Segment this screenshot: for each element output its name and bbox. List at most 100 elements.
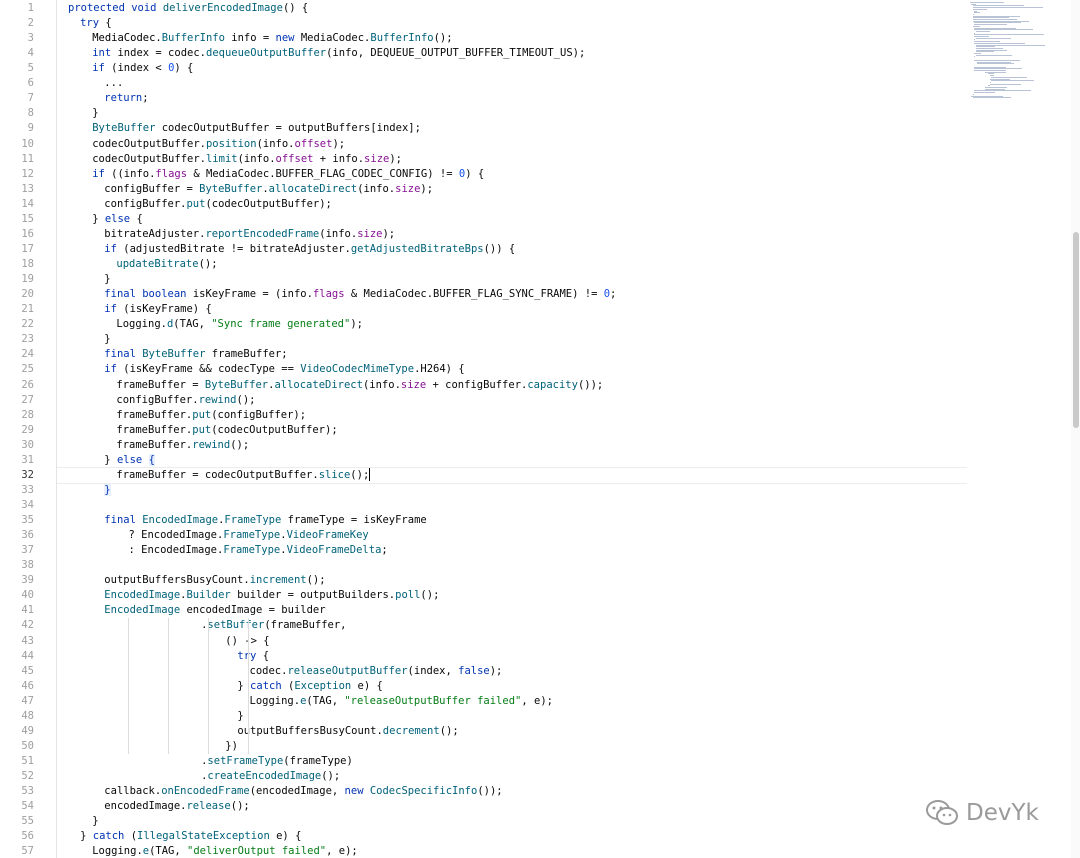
line-number[interactable]: 46 [0,679,34,694]
code-line[interactable]: configBuffer.put(codecOutputBuffer); [104,197,332,212]
line-number[interactable]: 41 [0,603,34,618]
line-number[interactable]: 38 [0,558,34,573]
code-line[interactable]: ? EncodedImage.FrameType.VideoFrameKey [129,528,369,543]
line-number[interactable]: 3 [0,31,34,46]
code-line[interactable]: ... [104,76,123,91]
line-number[interactable]: 42 [0,618,34,633]
line-number[interactable]: 44 [0,649,34,664]
code-line[interactable]: frameBuffer = codecOutputBuffer.slice(); [116,468,371,483]
code-line[interactable]: } [104,332,110,347]
code-line[interactable]: configBuffer = ByteBuffer.allocateDirect… [104,182,433,197]
line-number[interactable]: 36 [0,528,34,543]
code-line[interactable]: final ByteBuffer frameBuffer; [104,347,287,362]
line-number[interactable]: 1 [0,1,34,16]
line-number[interactable]: 12 [0,167,34,182]
code-line[interactable]: codec.releaseOutputBuffer(index, false); [250,664,503,679]
line-number[interactable]: 23 [0,332,34,347]
line-number[interactable]: 26 [0,378,34,393]
code-line[interactable]: outputBuffersBusyCount.increment(); [104,573,325,588]
line-number[interactable]: 52 [0,769,34,784]
line-number[interactable]: 35 [0,513,34,528]
line-number[interactable]: 47 [0,694,34,709]
code-line[interactable]: ByteBuffer codecOutputBuffer = outputBuf… [92,121,421,136]
line-number[interactable]: 24 [0,347,34,362]
code-line[interactable]: Logging.d(TAG, "Sync frame generated"); [116,317,363,332]
line-number[interactable]: 40 [0,588,34,603]
code-line[interactable]: codecOutputBuffer.limit(info.offset + in… [92,152,402,167]
code-line[interactable]: } [104,483,111,498]
line-number[interactable]: 28 [0,408,34,423]
code-line[interactable]: frameBuffer = ByteBuffer.allocateDirect(… [116,378,603,393]
code-line[interactable]: frameBuffer.put(codecOutputBuffer); [116,423,337,438]
code-line[interactable]: MediaCodec.BufferInfo info = new MediaCo… [92,31,452,46]
line-number[interactable]: 50 [0,739,34,754]
code-line[interactable]: bitrateAdjuster.reportEncodedFrame(info.… [104,227,395,242]
code-line[interactable]: protected void deliverEncodedImage() { [68,1,308,16]
line-number[interactable]: 2 [0,16,34,31]
code-line[interactable]: } else { [92,212,143,227]
code-line[interactable]: try { [237,649,269,664]
code-line[interactable]: } else { [104,453,155,468]
line-number[interactable]: 54 [0,799,34,814]
code-line[interactable]: updateBitrate(); [116,257,217,272]
code-line[interactable]: if (adjustedBitrate != bitrateAdjuster.g… [104,242,515,257]
line-number[interactable]: 9 [0,121,34,136]
line-number[interactable]: 10 [0,137,34,152]
line-number[interactable]: 5 [0,61,34,76]
line-number[interactable]: 21 [0,302,34,317]
code-line[interactable]: return; [104,91,148,106]
code-line[interactable]: Logging.e(TAG, "releaseOutputBuffer fail… [250,694,553,709]
line-number[interactable]: 11 [0,152,34,167]
line-number[interactable]: 16 [0,227,34,242]
code-line[interactable]: } [92,106,98,121]
code-line[interactable]: if (isKeyFrame) { [104,302,211,317]
code-line[interactable]: int index = codec.dequeueOutputBuffer(in… [92,46,585,61]
code-line[interactable]: } catch (IllegalStateException e) { [80,829,301,844]
code-line[interactable]: if (isKeyFrame && codecType == VideoCode… [104,362,464,377]
line-number[interactable]: 32 [0,468,34,483]
vertical-scrollbar[interactable] [1071,0,1080,858]
code-line[interactable]: } [237,709,243,724]
code-line[interactable]: frameBuffer.rewind(); [116,438,249,453]
code-line[interactable]: if (index < 0) { [92,61,193,76]
code-line[interactable]: EncodedImage encodedImage = builder [104,603,325,618]
code-line[interactable]: .createEncodedImage(); [201,769,340,784]
line-number[interactable]: 27 [0,393,34,408]
line-number[interactable]: 25 [0,362,34,377]
code-line[interactable]: outputBuffersBusyCount.decrement(); [237,724,458,739]
code-line[interactable]: if ((info.flags & MediaCodec.BUFFER_FLAG… [92,167,484,182]
code-line[interactable]: final boolean isKeyFrame = (info.flags &… [104,287,616,302]
code-area[interactable]: protected void deliverEncodedImage() {tr… [57,0,970,858]
code-line[interactable]: } [92,814,98,829]
line-number[interactable]: 7 [0,91,34,106]
line-number[interactable]: 48 [0,709,34,724]
line-number[interactable]: 30 [0,438,34,453]
code-line[interactable]: try { [80,16,112,31]
code-line[interactable]: }) [225,739,238,754]
code-line[interactable]: EncodedImage.Builder builder = outputBui… [104,588,439,603]
line-number[interactable]: 51 [0,754,34,769]
line-number[interactable]: 15 [0,212,34,227]
line-number[interactable]: 33 [0,483,34,498]
line-number[interactable]: 49 [0,724,34,739]
code-line[interactable]: .setBuffer(frameBuffer, [201,618,346,633]
code-line[interactable]: callback.onEncodedFrame(encodedImage, ne… [104,784,502,799]
code-line[interactable]: Logging.e(TAG, "deliverOutput failed", e… [92,844,358,858]
line-number[interactable]: 45 [0,664,34,679]
code-line[interactable]: configBuffer.rewind(); [116,393,255,408]
line-number[interactable]: 43 [0,634,34,649]
code-line[interactable]: final EncodedImage.FrameType frameType =… [104,513,426,528]
line-number[interactable]: 34 [0,498,34,513]
code-line[interactable]: frameBuffer.put(configBuffer); [116,408,306,423]
code-line[interactable]: } [104,272,110,287]
code-line[interactable]: : EncodedImage.FrameType.VideoFrameDelta… [129,543,388,558]
line-number[interactable]: 39 [0,573,34,588]
line-number[interactable]: 56 [0,829,34,844]
line-number[interactable]: 19 [0,272,34,287]
code-line[interactable]: .setFrameType(frameType) [201,754,353,769]
line-number[interactable]: 20 [0,287,34,302]
line-number[interactable]: 17 [0,242,34,257]
minimap[interactable] [970,0,1070,110]
line-number[interactable]: 14 [0,197,34,212]
line-number[interactable]: 6 [0,76,34,91]
